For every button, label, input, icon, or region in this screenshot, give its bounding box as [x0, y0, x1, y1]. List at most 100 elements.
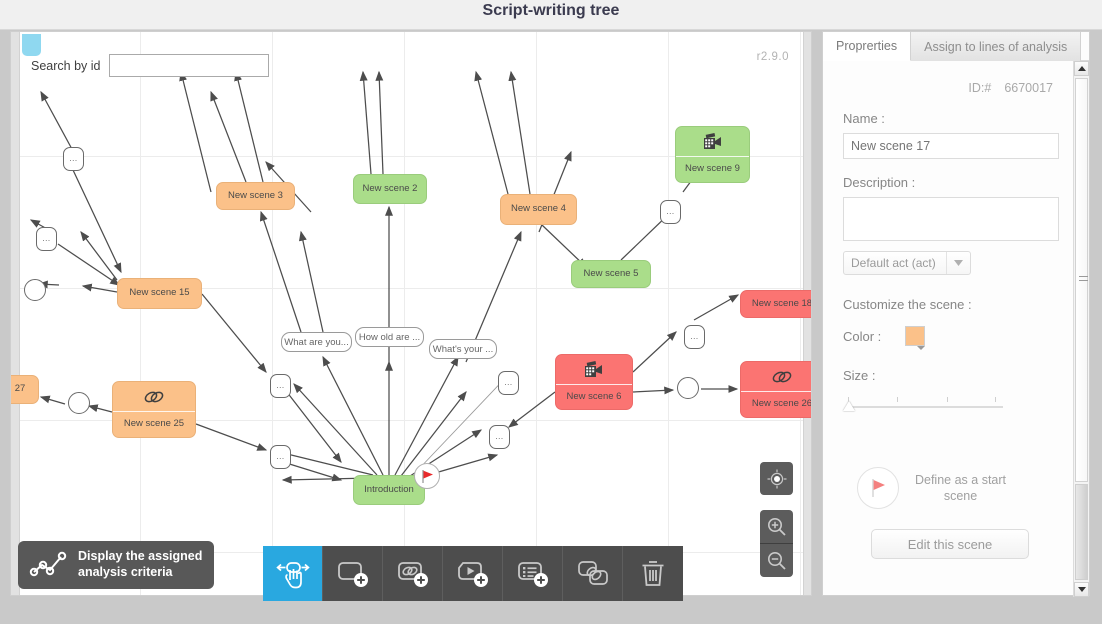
search-label: Search by id [31, 58, 101, 73]
display-analysis-criteria-button[interactable]: Display the assigned analysis criteria [18, 541, 215, 589]
delete-tool[interactable] [623, 546, 683, 601]
page-title: Script-writing tree [482, 2, 620, 19]
tab-properties[interactable]: Proprerties [823, 32, 912, 61]
link-icon [113, 382, 195, 412]
define-as-start-scene-button[interactable] [857, 467, 899, 509]
edge-circle-marker[interactable] [68, 392, 90, 414]
title-bar: Script-writing tree [0, 0, 1102, 30]
scene-node[interactable]: New scene 25 [112, 381, 196, 438]
scene-node[interactable]: New scene 15 [117, 278, 202, 309]
tab-assign-lines-of-analysis[interactable]: Assign to lines of analysis [911, 32, 1082, 61]
edge-dots-marker[interactable]: ... [36, 227, 57, 251]
scrollbar-grip [1079, 276, 1088, 283]
scene-node[interactable]: New scene 26 [740, 361, 811, 418]
define-start-scene-row: Define as a start scene [857, 467, 1057, 509]
add-list-icon [517, 561, 548, 587]
define-as-start-scene-label: Define as a start scene [914, 472, 1006, 503]
connect-scenes-tool[interactable] [563, 546, 623, 601]
name-field[interactable] [843, 133, 1059, 159]
scrollbar-thumb[interactable] [1075, 78, 1088, 482]
scene-node[interactable]: New scene 3 [216, 182, 295, 210]
recenter-button[interactable] [760, 462, 793, 495]
window-right-edge [1090, 31, 1102, 596]
add-scene-tool[interactable] [323, 546, 383, 601]
scene-node[interactable]: New scene 9 [675, 126, 750, 183]
zoom-in-button[interactable] [760, 510, 793, 543]
select-move-tool[interactable] [263, 546, 323, 601]
panel-tabs: Proprerties Assign to lines of analysis [823, 32, 1089, 61]
scene-node[interactable]: New scene 6 [555, 354, 633, 410]
edge-circle-marker[interactable] [24, 279, 46, 301]
add-video-tool[interactable] [443, 546, 503, 601]
edit-this-scene-button[interactable]: Edit this scene [871, 529, 1029, 559]
link-icon [144, 391, 164, 402]
graph-edges [29, 70, 740, 484]
size-label: Size : [843, 368, 876, 383]
scrollbar-track-lower[interactable] [1075, 484, 1088, 580]
search-input[interactable] [109, 54, 270, 77]
scroll-up-button[interactable] [1074, 61, 1089, 76]
properties-panel: Proprerties Assign to lines of analysis … [822, 31, 1090, 597]
edge-dots-marker[interactable]: ... [63, 147, 84, 171]
link-icon [772, 371, 792, 382]
slider-tick [897, 397, 898, 402]
scene-node-label: New scene 6 [566, 390, 622, 402]
edge-dots-marker[interactable]: ... [270, 374, 291, 398]
film-icon [585, 360, 602, 377]
question-bubble[interactable]: How old are ... [355, 327, 424, 347]
color-swatch[interactable] [905, 326, 926, 350]
canvas-corner-tab[interactable] [22, 34, 41, 56]
act-select-value: Default act (act) [851, 256, 936, 270]
scene-id-row: ID:# 6670017 [843, 81, 1057, 95]
slider-handle[interactable] [843, 401, 855, 411]
zoom-in-icon [767, 517, 786, 536]
edge-dots-marker[interactable]: ... [684, 325, 705, 349]
zoom-out-button[interactable] [760, 544, 793, 577]
graph-canvas[interactable]: Search by id r2.9.0 New scene 3 New scene… [10, 31, 812, 596]
scene-node[interactable]: New scene 18 [740, 290, 811, 318]
chevron-down-icon [946, 252, 970, 274]
scene-node[interactable]: 27 [11, 375, 39, 404]
recenter-icon [767, 469, 786, 488]
scroll-down-button[interactable] [1074, 582, 1089, 597]
scene-node[interactable]: New scene 2 [353, 174, 427, 204]
scene-node[interactable]: New scene 5 [571, 260, 651, 288]
edge-dots-marker[interactable]: ... [498, 371, 519, 395]
act-select[interactable]: Default act (act) [843, 251, 971, 275]
start-scene-flag-marker[interactable] [414, 463, 440, 489]
scene-node-label: Introduction [364, 483, 414, 495]
flag-icon [421, 469, 433, 483]
edge-circle-marker[interactable] [677, 377, 699, 399]
customize-label: Customize the scene : [843, 297, 972, 312]
slider-track [848, 406, 1003, 408]
film-icon [703, 132, 721, 149]
id-label: ID:# [968, 81, 992, 95]
flag-icon [872, 479, 885, 497]
analysis-criteria-icon [29, 551, 67, 577]
scene-node-label: New scene 5 [583, 267, 639, 279]
version-label: r2.9.0 [756, 51, 789, 63]
question-bubble[interactable]: What are you... [281, 332, 352, 352]
panel-scrollbar[interactable] [1073, 61, 1089, 597]
color-row: Color : [843, 326, 1057, 350]
add-list-tool[interactable] [503, 546, 563, 601]
trash-icon [642, 560, 664, 586]
scene-node[interactable]: New scene 4 [500, 194, 577, 225]
edge-dots-marker[interactable]: ... [660, 200, 681, 224]
description-field[interactable] [843, 197, 1059, 241]
scene-toolbar [263, 546, 683, 601]
add-link-scene-tool[interactable] [383, 546, 443, 601]
hand-move-icon [275, 561, 310, 588]
application-window: Script-writing tree Search by id r2.9.0 … [0, 0, 1102, 624]
film-icon [556, 355, 632, 385]
search-by-id-row: Search by id [31, 54, 270, 77]
scene-node-label: New scene 25 [123, 418, 185, 430]
size-slider[interactable] [843, 393, 1003, 415]
question-bubble[interactable]: What's your ... [429, 339, 497, 359]
scene-node-label: New scene 4 [511, 203, 566, 215]
edge-dots-marker[interactable]: ... [489, 425, 510, 449]
scene-node-label: New scene 9 [685, 163, 740, 175]
edge-dots-marker[interactable]: ... [270, 445, 291, 469]
panel-body: ID:# 6670017 Name : Description : Default… [823, 61, 1074, 597]
slider-tick [995, 397, 996, 402]
